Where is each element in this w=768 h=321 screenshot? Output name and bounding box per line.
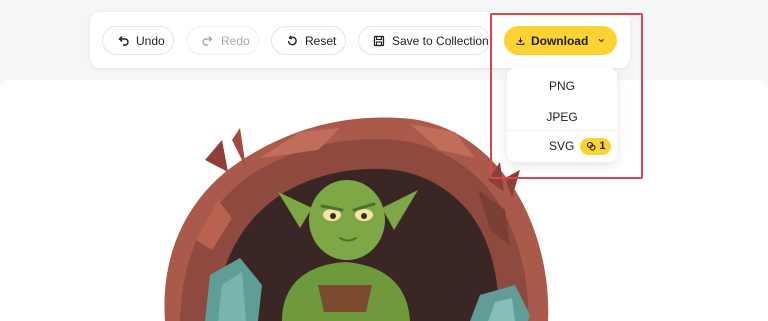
save-to-collection-button[interactable]: Save to Collection (358, 26, 490, 55)
highlight-box (490, 13, 643, 179)
save-icon (373, 35, 385, 46)
reset-button[interactable]: Reset (271, 26, 346, 55)
redo-label: Redo (221, 33, 250, 48)
goblin-cave-illustration (164, 117, 549, 321)
reset-icon (287, 35, 297, 45)
undo-button[interactable]: Undo (102, 26, 174, 55)
save-label: Save to Collection (392, 33, 489, 48)
redo-button[interactable]: Redo (187, 26, 259, 55)
undo-icon (118, 35, 129, 46)
undo-label: Undo (136, 33, 165, 48)
redo-icon (202, 35, 213, 46)
reset-label: Reset (305, 33, 337, 48)
